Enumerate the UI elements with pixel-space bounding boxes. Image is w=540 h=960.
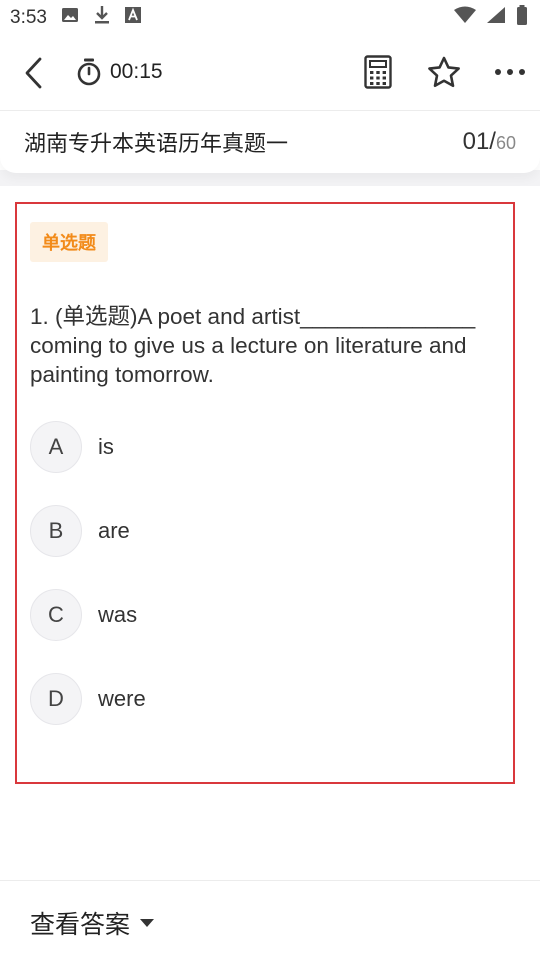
option-c[interactable]: C was: [30, 588, 490, 642]
view-answer-label: 查看答案: [30, 911, 131, 939]
back-button[interactable]: [18, 57, 50, 89]
footer-divider: [0, 880, 540, 881]
option-b[interactable]: B are: [30, 504, 490, 558]
option-a[interactable]: A is: [30, 420, 490, 474]
status-bar: 3:53: [0, 0, 540, 36]
caret-down-icon: [140, 919, 155, 927]
status-right: [454, 5, 528, 31]
option-letter: A: [30, 421, 82, 473]
back-arrow-icon: [25, 57, 42, 89]
more-button[interactable]: [492, 52, 528, 92]
option-letter: B: [30, 505, 82, 557]
image-icon: [61, 6, 79, 30]
option-letter: D: [30, 673, 82, 725]
calculator-icon: [364, 55, 392, 89]
option-text: is: [98, 434, 114, 459]
status-time: 3:53: [10, 7, 47, 28]
view-answer-button[interactable]: 查看答案: [30, 905, 155, 941]
paper-title: 湖南专升本英语历年真题一: [24, 131, 289, 156]
exam-timer: 00:15: [76, 58, 163, 86]
option-letter: C: [30, 589, 82, 641]
more-icon: [495, 69, 525, 75]
option-text: were: [98, 686, 146, 711]
toolbar-actions: [360, 52, 528, 92]
favorite-button[interactable]: [426, 52, 462, 92]
question-counter: 01/60: [463, 128, 516, 156]
wifi-icon: [454, 6, 476, 30]
option-d[interactable]: D were: [30, 672, 490, 726]
question-card: 单选题 1. (单选题)A poet and artist___________…: [15, 202, 515, 784]
option-text: was: [98, 602, 138, 627]
option-text: are: [98, 518, 130, 543]
font-icon: [124, 7, 141, 29]
question-text: 1. (单选题)A poet and artist______________ …: [30, 304, 476, 387]
paper-header: 湖南专升本英语历年真题一 01/60: [0, 111, 540, 173]
top-toolbar: 00:15: [0, 36, 540, 110]
signal-icon: [486, 6, 506, 30]
calculator-button[interactable]: [360, 52, 396, 92]
download-icon: [93, 5, 111, 31]
total-questions: 60: [495, 133, 516, 153]
question-type-tag: 单选题: [30, 222, 108, 262]
stopwatch-icon: [77, 58, 101, 86]
current-question-number: 01/: [462, 128, 496, 155]
battery-icon: [516, 5, 528, 31]
status-left: 3:53: [10, 5, 141, 31]
timer-value: 00:15: [110, 60, 163, 83]
star-icon: [428, 56, 460, 88]
